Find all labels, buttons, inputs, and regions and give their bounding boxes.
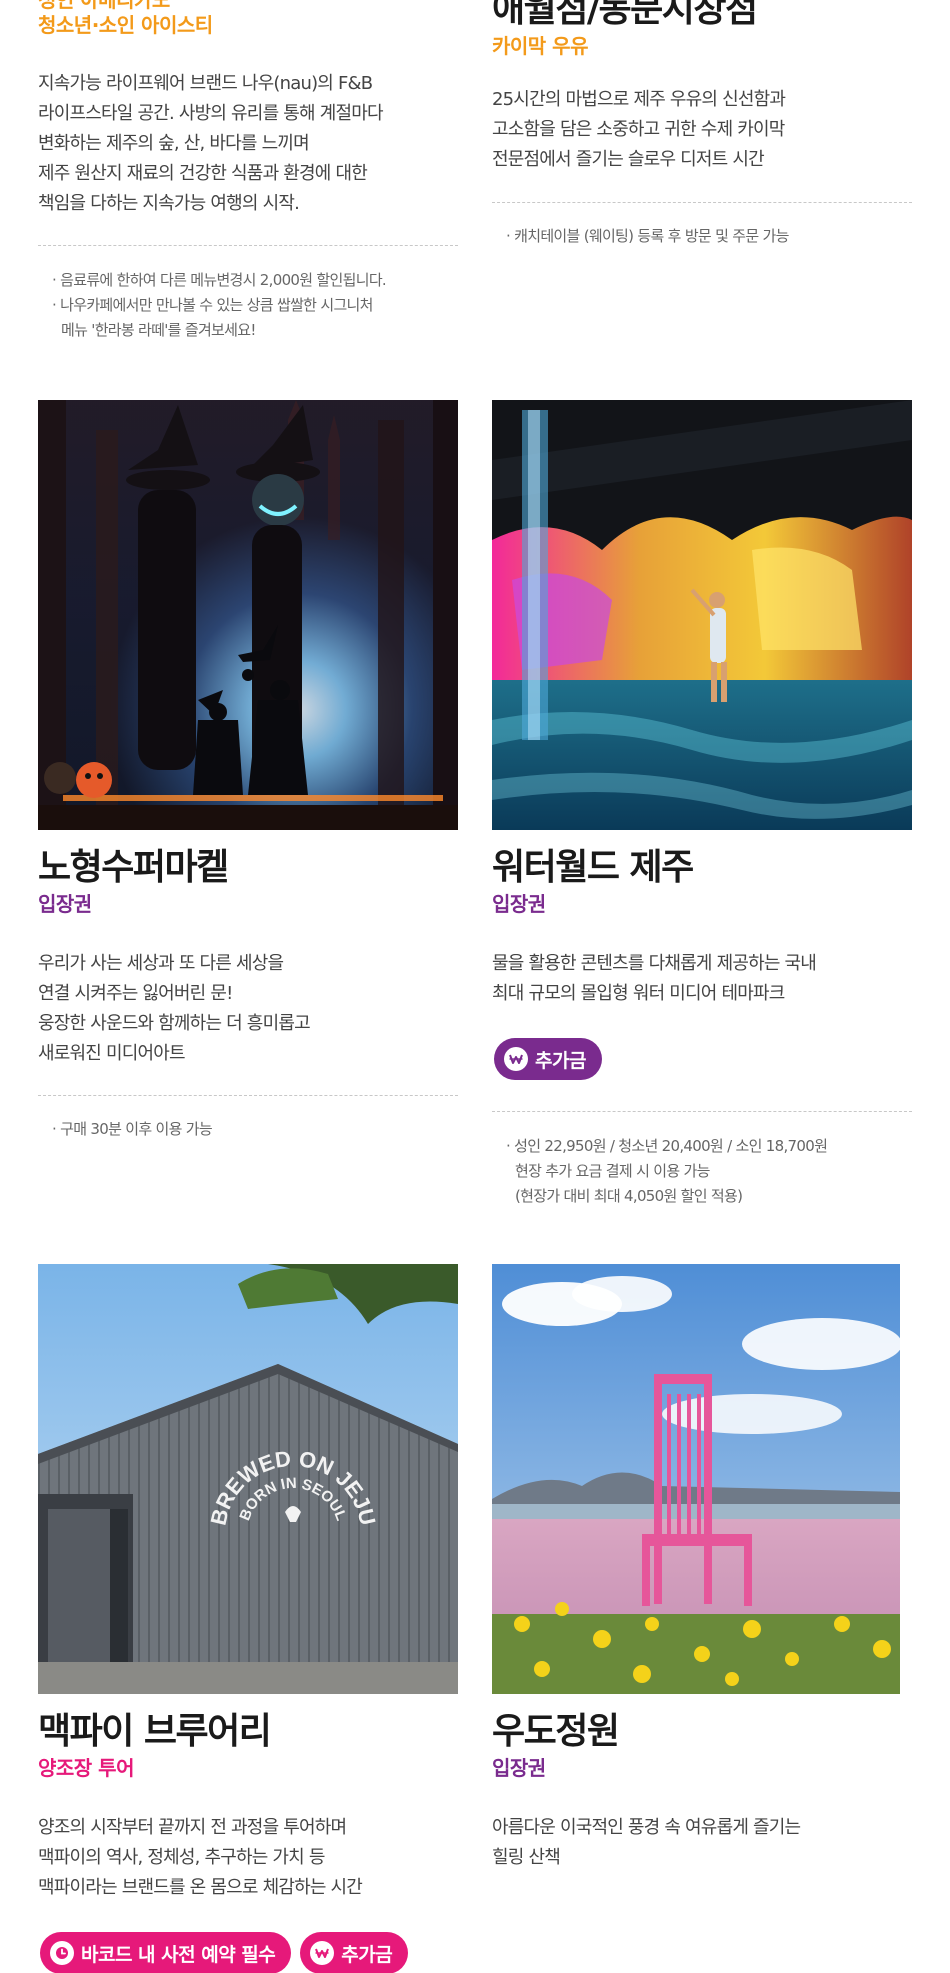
card-title: 애월점/동문시장점 <box>492 0 758 30</box>
divider <box>492 1111 912 1112</box>
desc-line: 물을 활용한 콘텐츠를 다채롭게 제공하는 국내 <box>492 953 817 974</box>
udo-garden-card: 우도정원 입장권 <box>492 1710 912 1782</box>
divider <box>38 1095 458 1096</box>
card-subtitle: 입장권 <box>492 1756 546 1780</box>
card-title: 우도정원 <box>492 1711 620 1752</box>
desc-line: 제주 원산지 재료의 건강한 식품과 환경에 대한 <box>38 163 368 184</box>
brewery-illustration: BREWED ON JEJU BORN IN SEOUL <box>38 1264 458 1694</box>
note-line: · 음료류에 한하여 다른 메뉴변경시 2,000원 할인됩니다. <box>52 271 387 289</box>
desc-line: 전문점에서 즐기는 슬로우 디저트 시간 <box>492 149 765 170</box>
desc-line: 양조의 시작부터 끝까지 전 과정을 투어하며 <box>38 1817 347 1838</box>
won-coin-icon <box>310 1941 335 1965</box>
halloween-illustration <box>38 400 458 830</box>
tag-label: 바코드 내 사전 예약 필수 <box>81 1943 276 1966</box>
desc-line: 변화하는 제주의 숲, 산, 바다를 느끼며 <box>38 133 310 154</box>
reservation-tag: 바코드 내 사전 예약 필수 <box>40 1932 292 1973</box>
nohyung-supermarket-card: 노형수퍼마켙 입장권 <box>38 846 458 918</box>
desc-line: 라이프스타일 공간. 사방의 유리를 통해 계절마다 <box>38 103 384 124</box>
water-world-notes: · 성인 22,950원 / 청소년 20,400원 / 소인 18,700원 … <box>492 1134 912 1209</box>
kaimak-notes: · 캐치테이블 (웨이팅) 등록 후 방문 및 주문 가능 <box>492 224 912 249</box>
magpie-description: 양조의 시작부터 끝까지 전 과정을 투어하며 맥파이의 역사, 정체성, 추구… <box>38 1813 458 1903</box>
card-subtitle: 양조장 투어 <box>38 1756 134 1780</box>
nau-cafe-notes: · 음료류에 한하여 다른 메뉴변경시 2,000원 할인됩니다. · 나우카페… <box>38 268 458 343</box>
kaimak-card: 애월점/동문시장점 카이막 우유 <box>492 0 912 60</box>
menu-line-adult: 성인 아메리카노 <box>38 0 170 12</box>
desc-line: 지속가능 라이프웨어 브랜드 나우(nau)의 F&B <box>38 73 373 94</box>
magpie-brewery-photo: BREWED ON JEJU BORN IN SEOUL <box>38 1264 458 1694</box>
desc-line: 우리가 사는 세상과 또 다른 세상을 <box>38 953 284 974</box>
menu-line-youth: 청소년·소인 아이스티 <box>38 13 213 37</box>
card-title: 노형수퍼마켙 <box>38 847 229 888</box>
divider <box>38 245 458 246</box>
udo-garden-description: 아름다운 이국적인 풍경 속 여유롭게 즐기는 힐링 산책 <box>492 1813 912 1873</box>
water-world-photo <box>492 400 912 830</box>
note-line: · 구매 30분 이후 이용 가능 <box>52 1120 213 1138</box>
divider <box>492 202 912 203</box>
clock-icon <box>50 1941 74 1965</box>
desc-line: 맥파이라는 브랜드를 온 몸으로 체감하는 시간 <box>38 1877 363 1898</box>
card-subtitle: 입장권 <box>38 892 92 916</box>
desc-line: 아름다운 이국적인 풍경 속 여유롭게 즐기는 <box>492 1817 801 1838</box>
desc-line: 웅장한 사운드와 함께하는 더 흥미롭고 <box>38 1013 311 1034</box>
water-world-illustration <box>492 400 912 830</box>
card-title: 워터월드 제주 <box>492 847 694 888</box>
card-subtitle: 카이막 우유 <box>492 34 588 58</box>
card-title: 맥파이 브루어리 <box>38 1711 272 1752</box>
won-coin-icon <box>504 1047 528 1071</box>
note-line: · 성인 22,950원 / 청소년 20,400원 / 소인 18,700원 <box>506 1137 828 1155</box>
kaimak-description: 25시간의 마법으로 제주 우유의 신선함과 고소함을 담은 소중하고 귀한 수… <box>492 85 912 175</box>
desc-line: 새로워진 미디어아트 <box>38 1043 186 1064</box>
nau-cafe-card: 성인 아메리카노 청소년·소인 아이스티 <box>38 0 458 38</box>
desc-line: 최대 규모의 몰입형 워터 미디어 테마파크 <box>492 983 785 1004</box>
note-line: 메뉴 '한라봉 라떼'를 즐겨보세요! <box>61 321 256 339</box>
note-line: · 나우카페에서만 만나볼 수 있는 상큼 쌉쌀한 시그니처 <box>52 296 373 314</box>
udo-garden-photo <box>492 1264 900 1694</box>
desc-line: 연결 시켜주는 잃어버린 문! <box>38 983 233 1004</box>
magpie-brewery-card: 맥파이 브루어리 양조장 투어 <box>38 1710 458 1782</box>
tag-label: 추가금 <box>535 1049 586 1072</box>
nohyung-description: 우리가 사는 세상과 또 다른 세상을 연결 시켜주는 잃어버린 문! 웅장한 … <box>38 949 458 1069</box>
halloween-media-art-photo <box>38 400 458 830</box>
water-world-description: 물을 활용한 콘텐츠를 다채롭게 제공하는 국내 최대 규모의 몰입형 워터 미… <box>492 949 912 1009</box>
surcharge-tag: 추가금 <box>300 1932 409 1973</box>
note-line: · 캐치테이블 (웨이팅) 등록 후 방문 및 주문 가능 <box>506 227 789 245</box>
note-line: 현장 추가 요금 결제 시 이용 가능 <box>515 1162 710 1180</box>
magpie-tags: 바코드 내 사전 예약 필수 추가금 <box>40 1932 409 1973</box>
nau-cafe-description: 지속가능 라이프웨어 브랜드 나우(nau)의 F&B 라이프스타일 공간. 사… <box>38 69 458 219</box>
desc-line: 책임을 다하는 지속가능 여행의 시작. <box>38 193 300 214</box>
note-line: (현장가 대비 최대 4,050원 할인 적용) <box>515 1187 743 1205</box>
desc-line: 맥파이의 역사, 정체성, 추구하는 가치 등 <box>38 1847 325 1868</box>
udo-garden-illustration <box>492 1264 900 1694</box>
card-subtitle: 입장권 <box>492 892 546 916</box>
desc-line: 25시간의 마법으로 제주 우유의 신선함과 <box>492 89 786 110</box>
tag-label: 추가금 <box>341 1943 393 1966</box>
desc-line: 힐링 산책 <box>492 1847 561 1868</box>
surcharge-tag: 추가금 <box>494 1038 602 1080</box>
water-world-card: 워터월드 제주 입장권 <box>492 846 912 918</box>
nohyung-notes: · 구매 30분 이후 이용 가능 <box>38 1117 458 1142</box>
desc-line: 고소함을 담은 소중하고 귀한 수제 카이막 <box>492 119 785 140</box>
